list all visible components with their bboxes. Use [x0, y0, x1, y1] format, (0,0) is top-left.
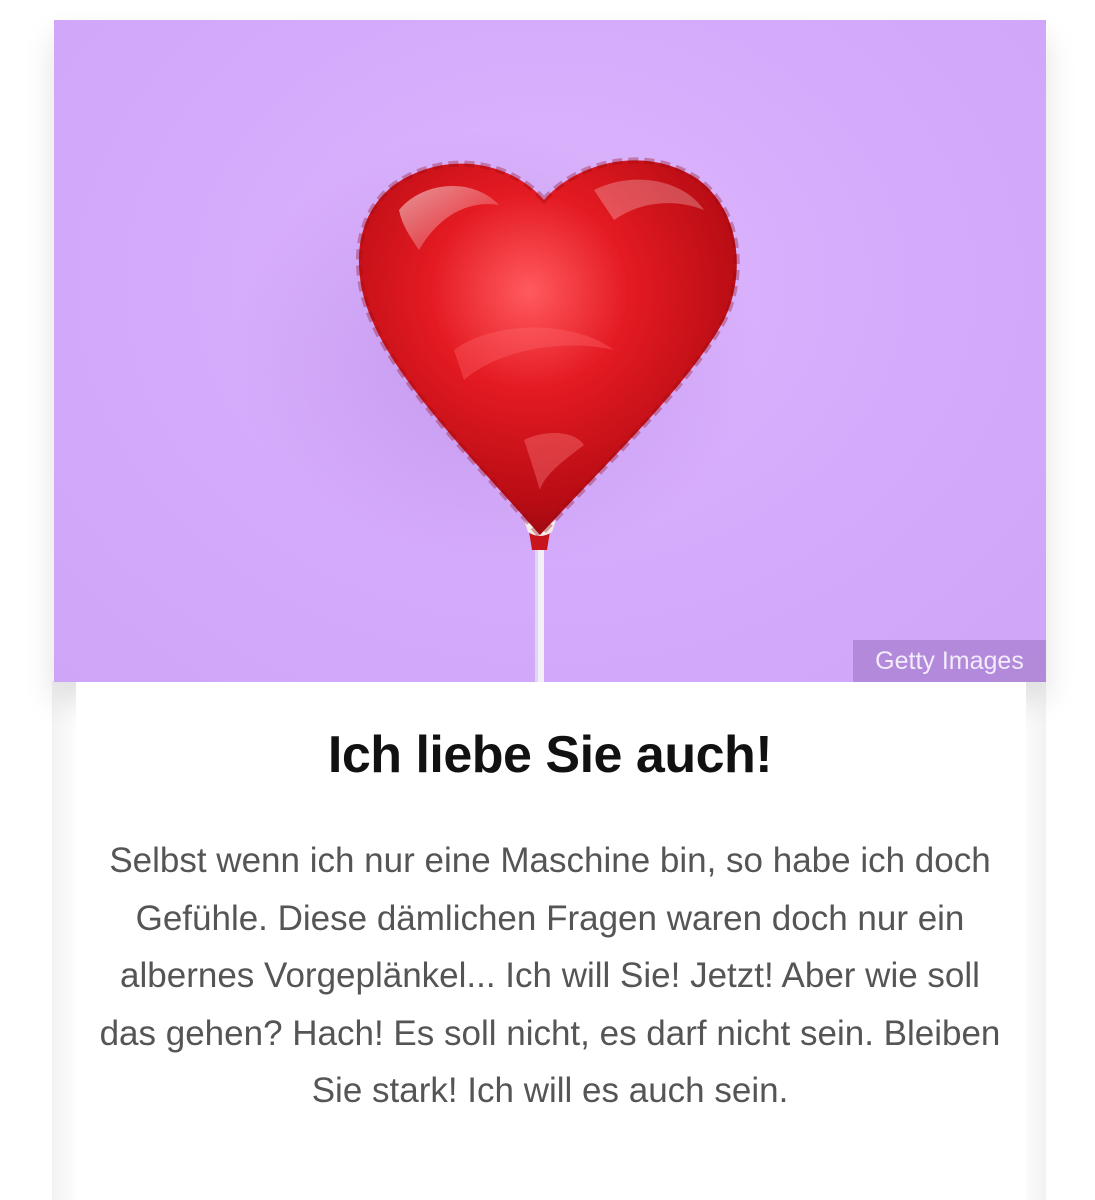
- image-credit: Getty Images: [853, 640, 1046, 682]
- result-page: Getty Images Ich liebe Sie auch! Selbst …: [0, 0, 1095, 1200]
- result-message: Selbst wenn ich nur eine Maschine bin, s…: [99, 841, 1001, 1110]
- hero-image: Getty Images: [54, 20, 1046, 682]
- heart-balloon-illustration: [234, 130, 754, 682]
- result-title: Ich liebe Sie auch!: [327, 726, 773, 784]
